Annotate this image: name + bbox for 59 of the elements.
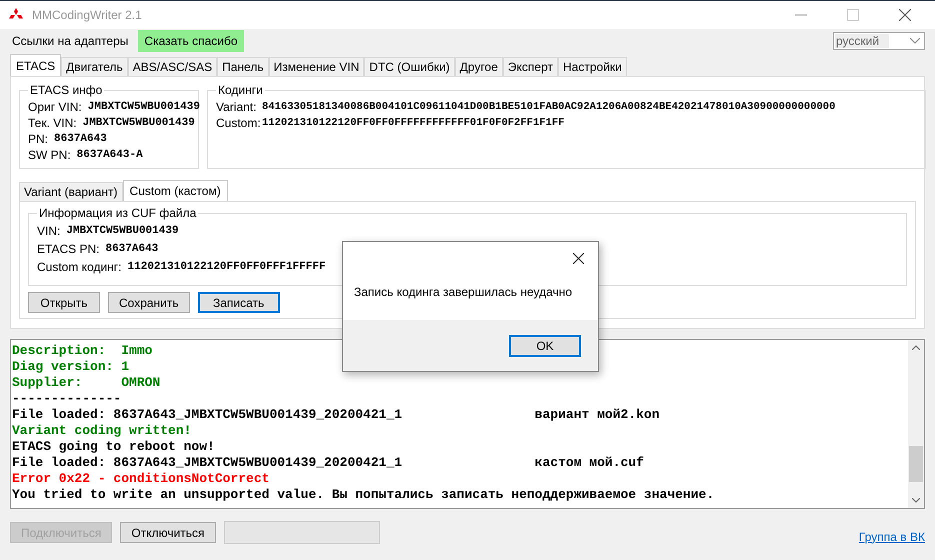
language-dropdown[interactable]: русский bbox=[833, 32, 925, 50]
tab[interactable]: DTC (Ошибки) bbox=[364, 57, 455, 76]
field-value: 112021310122120FF0FF0FFF1FFFFF bbox=[128, 261, 326, 273]
action-button[interactable]: Сохранить bbox=[108, 292, 190, 313]
group-title: ETACS инфо bbox=[29, 83, 104, 97]
log-line: Variant coding written! bbox=[12, 423, 192, 439]
action-button[interactable]: Открыть bbox=[28, 292, 100, 313]
menu-item[interactable]: Сказать спасибо bbox=[138, 30, 244, 52]
field-value: 112021310122120FF0FF0FFFFFFFFFFFF01F0F0F2FF1F1FF bbox=[262, 117, 564, 129]
log-line: ETACS going to reboot now! bbox=[12, 439, 215, 455]
field-value: JMBXTCW5WBU001439 bbox=[66, 225, 179, 237]
field-label: PN: bbox=[28, 132, 48, 146]
log-line: Supplier: OMRON bbox=[12, 375, 160, 391]
field-value: 8637A643 bbox=[105, 243, 158, 255]
field-value: JMBXTCW5WBU001439 bbox=[82, 117, 195, 129]
field-label: ETACS PN: bbox=[37, 242, 100, 256]
field-value: 8637A643-A bbox=[76, 149, 143, 161]
log-line: File loaded: 8637A643_JMBXTCW5WBU001439_20200421_1 вариант мой2.kon bbox=[12, 407, 660, 423]
group-title: Информация из CUF файла bbox=[38, 206, 198, 220]
tab[interactable]: Custom (кастом) bbox=[122, 180, 228, 201]
action-button[interactable]: Записать bbox=[198, 292, 280, 313]
close-icon[interactable] bbox=[899, 9, 911, 21]
log-line: Error 0x22 - conditionsNotCorrect bbox=[12, 471, 270, 487]
field-label: Custom кодинг: bbox=[37, 260, 122, 274]
tab[interactable]: ETACS bbox=[10, 54, 62, 76]
group-link[interactable]: Группа в ВК bbox=[858, 530, 925, 544]
field-value: 8637A643 bbox=[54, 133, 107, 145]
chevron-down-icon bbox=[910, 38, 920, 44]
log-line: -------------- bbox=[12, 391, 122, 407]
tab[interactable]: Variant (вариант) bbox=[19, 182, 123, 201]
tab[interactable]: ABS/ASC/SAS bbox=[128, 57, 218, 76]
scroll-up-icon[interactable] bbox=[912, 345, 920, 350]
group-title: Кодинги bbox=[217, 84, 264, 97]
field-value: 84163305181340086B004101C09611041D00B1BE5101FAB0AC92A1206A00824BE42021478010A30900000000000 bbox=[262, 101, 836, 113]
field-label: Тек. VIN: bbox=[28, 116, 77, 130]
field-label: Variant: bbox=[216, 100, 256, 114]
tab[interactable]: Настройки bbox=[558, 57, 627, 76]
tab[interactable]: Эксперт bbox=[502, 57, 558, 76]
tab[interactable]: Двигатель bbox=[61, 57, 128, 76]
connection-button[interactable]: Отключиться bbox=[120, 522, 216, 543]
field-label: SW PN: bbox=[28, 148, 71, 162]
field-label: VIN: bbox=[37, 224, 60, 238]
ok-button[interactable]: OK bbox=[509, 334, 581, 356]
dialog-message: Запись кодинга завершилась неудачно bbox=[353, 284, 574, 301]
scroll-down-icon[interactable] bbox=[912, 498, 920, 503]
log-line: Diag version: 1 bbox=[12, 359, 130, 375]
close-icon[interactable] bbox=[573, 252, 584, 264]
menu-item[interactable]: Ссылки на адаптеры bbox=[6, 30, 134, 52]
scrollbar-thumb[interactable] bbox=[909, 446, 923, 482]
tab[interactable]: Изменение VIN bbox=[268, 57, 364, 76]
log-line: File loaded: 8637A643_JMBXTCW5WBU001439_20200421_1 кастом мой.cuf bbox=[12, 455, 644, 471]
field-value: JMBXTCW5WBU001439 bbox=[88, 101, 200, 113]
scrollbar[interactable] bbox=[908, 340, 924, 508]
log-line: You tried to write an unsupported value. Вы попытались записать неподдерживаемое значение. bbox=[12, 487, 714, 503]
tab[interactable]: Панель bbox=[217, 57, 269, 76]
field-label: Ориг VIN: bbox=[28, 100, 82, 114]
log-line: Description: Immo bbox=[12, 343, 152, 359]
tab[interactable]: Другое bbox=[454, 57, 503, 76]
window-title: MMCodingWriter 2.1 bbox=[32, 8, 142, 22]
